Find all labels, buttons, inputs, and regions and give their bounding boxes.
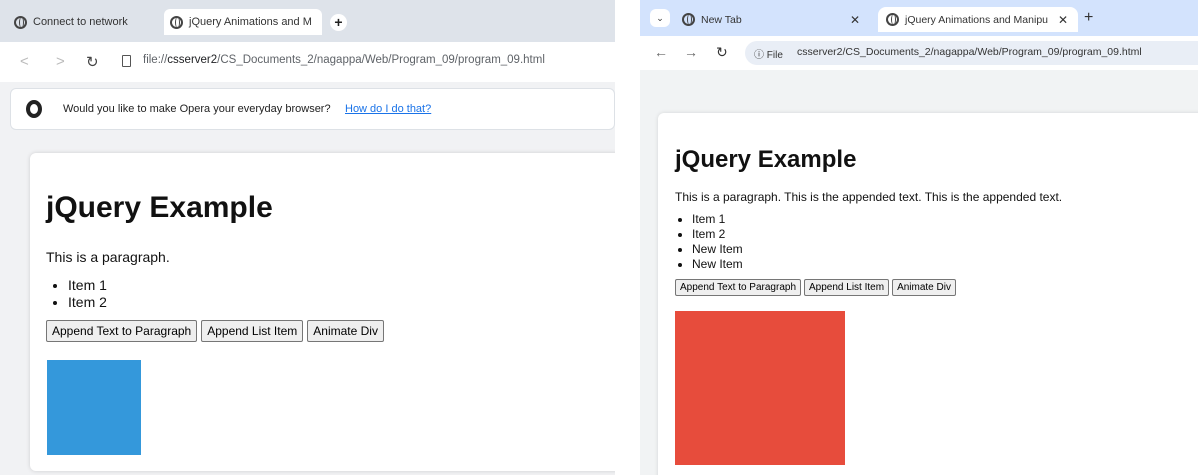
item-list: Item 1 Item 2 [68,277,107,311]
tab-search-button[interactable]: ⌄ [650,9,670,27]
paragraph: This is a paragraph. [46,249,170,265]
new-tab-button[interactable]: + [1084,9,1093,27]
toolbar: ← → ↻ ⓘ File csserver2/CS_Documents_2/na… [640,36,1198,70]
file-label: File [766,50,783,61]
info-icon: ⓘ [754,50,767,61]
page-content: jQuery Example This is a paragraph. This… [658,113,1198,475]
paragraph: This is a paragraph. This is the appende… [675,190,1063,204]
button-row: Append Text to Paragraph Append List Ite… [675,279,956,296]
new-tab-button[interactable]: + [330,14,347,31]
tab-new-tab[interactable]: New Tab ✕ [682,7,870,32]
address-bar[interactable]: file://csserver2/CS_Documents_2/nagappa/… [143,54,545,66]
tab-connect-to-network[interactable]: Connect to network [14,9,164,35]
animated-box [47,360,141,455]
animate-div-button[interactable]: Animate Div [892,279,956,296]
page-content: jQuery Example This is a paragraph. Item… [30,153,615,471]
globe-icon [14,15,27,29]
animate-div-button[interactable]: Animate Div [307,320,384,342]
globe-icon [170,15,183,29]
tab-strip: Connect to network jQuery Animations and… [0,0,615,42]
tab-title: Connect to network [33,16,128,28]
url-prefix: file:// [143,54,168,66]
append-text-button[interactable]: Append Text to Paragraph [46,320,198,342]
page-heading: jQuery Example [46,191,273,224]
url-path: /CS_Documents_2/nagappa/Web/Program_09/p… [217,54,545,66]
toolbar: < > ↻ file://csserver2/CS_Documents_2/na… [0,42,615,82]
url-text: csserver2/CS_Documents_2/nagappa/Web/Pro… [797,46,1142,58]
tab-title: jQuery Animations and Manipu [905,13,1048,26]
animated-box [675,311,845,465]
opera-logo-icon [26,100,42,118]
close-icon[interactable]: ✕ [1058,13,1068,27]
tab-jquery-animations[interactable]: jQuery Animations and M [164,9,322,35]
tab-strip: ⌄ New Tab ✕ jQuery Animations and Manipu… [640,0,1198,36]
address-bar[interactable]: ⓘ File csserver2/CS_Documents_2/nagappa/… [745,41,1198,65]
list-item: Item 2 [692,227,743,242]
list-item: New Item [692,242,743,257]
right-browser-window: ⌄ New Tab ✕ jQuery Animations and Manipu… [640,0,1198,475]
forward-arrow-icon[interactable]: → [684,44,698,60]
list-item: Item 2 [68,294,107,311]
append-list-item-button[interactable]: Append List Item [201,320,304,342]
infobar-text: Would you like to make Opera your everyd… [63,103,331,115]
close-icon[interactable]: ✕ [850,13,860,27]
append-text-button[interactable]: Append Text to Paragraph [675,279,802,296]
page-heading: jQuery Example [675,146,857,173]
site-info-chip[interactable]: ⓘ File [754,46,783,61]
tab-title: jQuery Animations and M [189,16,312,28]
globe-icon [886,13,899,26]
left-browser-window: Connect to network jQuery Animations and… [0,0,615,475]
back-arrow-icon[interactable]: < [20,53,29,70]
file-icon [122,55,131,67]
url-host: csserver2 [167,54,218,66]
reload-icon[interactable]: ↻ [86,53,99,71]
tab-title: New Tab [701,13,742,26]
back-arrow-icon[interactable]: ← [654,44,668,60]
infobar-link[interactable]: How do I do that? [345,103,431,115]
chrome-icon [682,13,695,26]
list-item: Item 1 [692,212,743,227]
item-list: Item 1 Item 2 New Item New Item [692,212,743,272]
button-row: Append Text to Paragraph Append List Ite… [46,320,384,342]
default-browser-infobar: Would you like to make Opera your everyd… [10,88,615,130]
list-item: Item 1 [68,277,107,294]
reload-icon[interactable]: ↻ [716,44,728,61]
forward-arrow-icon[interactable]: > [56,53,65,70]
list-item: New Item [692,257,743,272]
append-list-item-button[interactable]: Append List Item [804,279,890,296]
tab-jquery-animations[interactable]: jQuery Animations and Manipu ✕ [878,7,1078,32]
